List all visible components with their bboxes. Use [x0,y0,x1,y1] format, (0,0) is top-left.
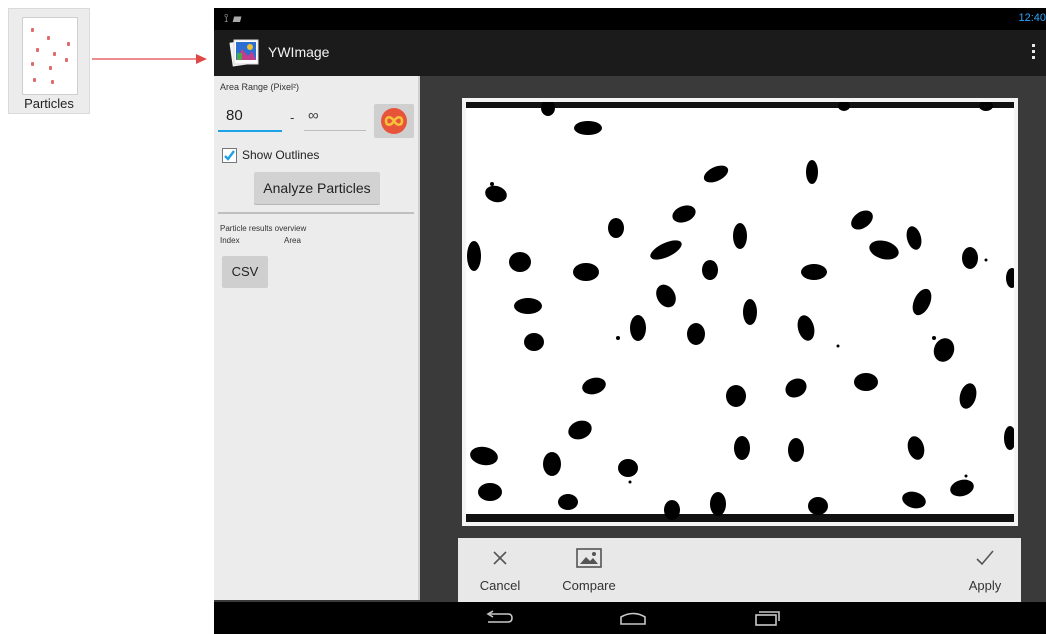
max-area-value: ∞ [308,107,319,124]
status-time: 12:40 [1018,12,1046,24]
min-area-value: 80 [226,107,243,124]
compare-button[interactable]: Compare [554,538,624,602]
show-outlines-checkbox[interactable] [222,148,237,163]
app-title: YWImage [268,44,330,60]
compare-label: Compare [562,578,616,593]
csv-button[interactable]: CSV [222,256,268,288]
panel-divider [218,212,414,214]
action-bar: YWImage [214,30,1046,76]
max-area-input[interactable]: ∞ [304,104,366,131]
bottom-action-bar: Cancel Compare Apply [458,538,1021,602]
infinity-icon [381,108,407,134]
pointer-arrow [92,54,207,64]
back-icon[interactable] [484,610,514,626]
image-view-frame [462,98,1018,526]
particles-thumbnail-icon [22,17,78,95]
ywimage-app-icon[interactable] [228,36,262,70]
results-overview-title: Particle results overview [220,224,307,233]
android-debug-icon: ▰ [232,11,246,25]
results-column-index: Index [220,236,240,245]
particle-image[interactable] [466,102,1014,522]
status-icons: ⟟▰ [224,11,246,26]
apply-button[interactable]: Apply [960,538,1010,602]
show-outlines-label: Show Outlines [242,148,320,162]
min-area-input[interactable]: 80 [218,104,282,132]
status-bar: ⟟▰ 12:40 [214,8,1046,30]
check-icon [224,150,235,161]
infinity-button[interactable] [374,104,414,138]
cancel-button[interactable]: Cancel [472,538,528,602]
particles-launcher-tile[interactable]: Particles [8,8,90,114]
picture-icon [576,548,602,568]
settings-panel: Area Range (Pixel²) 80 - ∞ Show Outlines… [214,76,420,600]
apply-label: Apply [968,578,1002,593]
navigation-bar [214,602,1046,634]
overflow-menu-icon[interactable] [1026,41,1040,65]
launcher-label: Particles [24,96,74,111]
home-icon[interactable] [618,610,648,626]
tablet-screen: ⟟▰ 12:40 YWImage Area Range (Pixel²) 80 … [214,8,1046,634]
cancel-label: Cancel [479,578,521,593]
check-icon [976,550,994,566]
analyze-particles-button[interactable]: Analyze Particles [254,172,380,204]
area-range-label: Area Range (Pixel²) [220,82,300,92]
recents-icon[interactable] [752,609,782,627]
results-column-area: Area [284,236,301,245]
range-separator: - [290,110,295,125]
close-icon [493,551,507,565]
